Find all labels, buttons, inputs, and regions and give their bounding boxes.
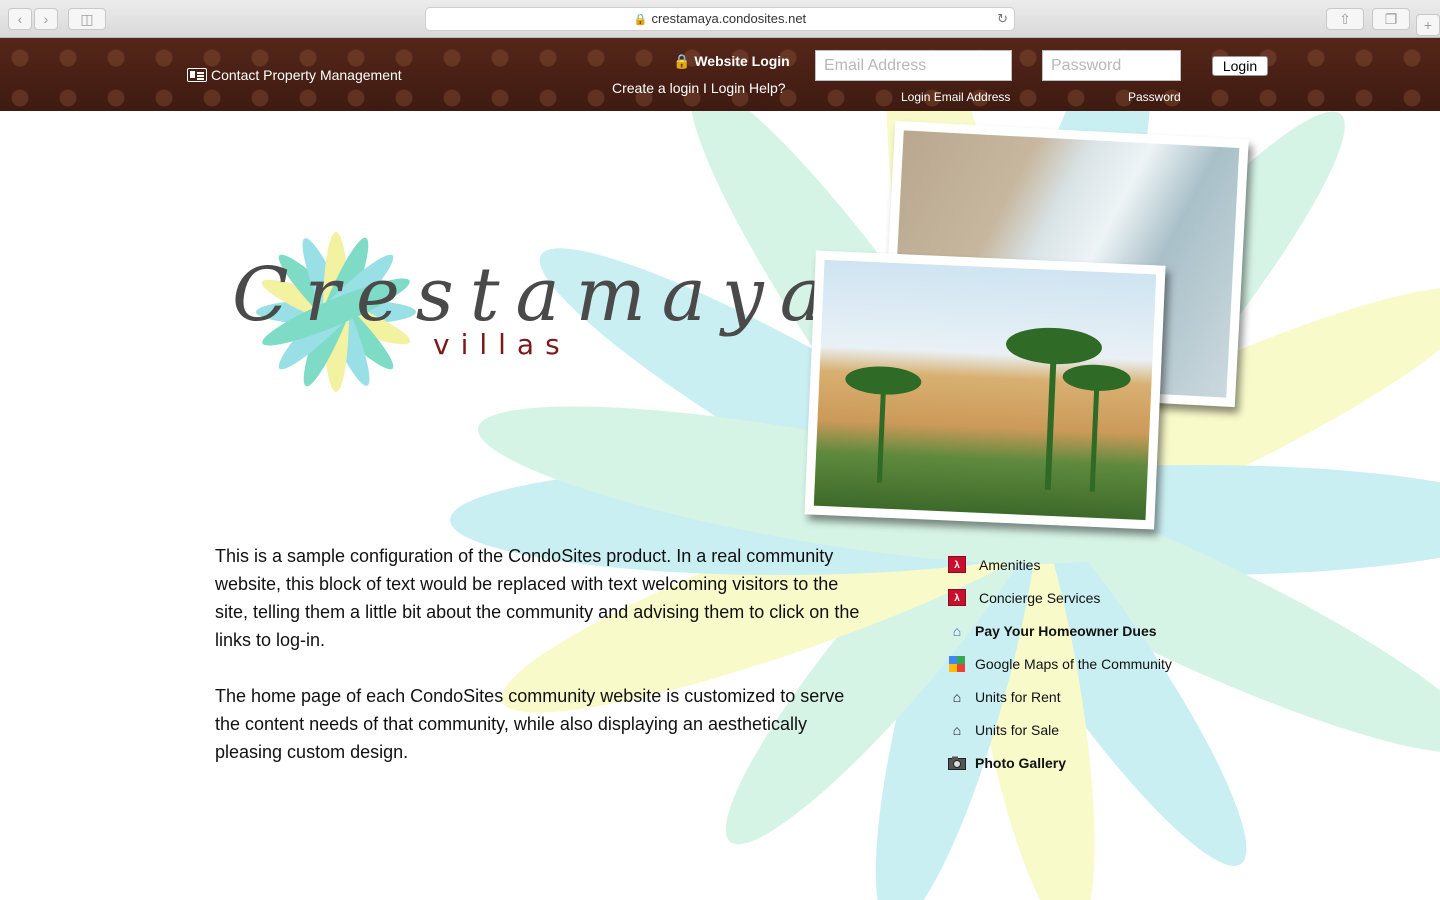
contact-property-management-link[interactable]: Contact Property Management — [187, 67, 402, 83]
link-label: Pay Your Homeowner Dues — [975, 622, 1157, 639]
camera-icon — [947, 754, 967, 772]
forward-button[interactable]: › — [34, 8, 58, 30]
link-google-maps[interactable]: Google Maps of the Community — [947, 647, 1172, 680]
link-concierge-services[interactable]: λ Concierge Services — [947, 581, 1172, 614]
login-button[interactable]: Login — [1212, 56, 1268, 76]
house-icon: ⌂ — [952, 688, 962, 705]
password-field[interactable] — [1042, 50, 1181, 81]
resort-photo — [804, 250, 1166, 530]
link-amenities[interactable]: λ Amenities — [947, 548, 1172, 581]
link-label: Amenities — [979, 556, 1041, 573]
intro-paragraph-1: This is a sample configuration of the Co… — [215, 546, 860, 650]
intro-paragraph-2: The home page of each CondoSites communi… — [215, 686, 845, 762]
website-login-heading: 🔒 Website Login — [673, 53, 790, 70]
back-button[interactable]: ‹ — [8, 8, 32, 30]
lock-icon: 🔒 — [633, 14, 648, 26]
link-units-for-rent[interactable]: ⌂ Units for Rent — [947, 680, 1172, 713]
new-tab-button[interactable]: + — [1416, 14, 1440, 36]
dues-icon: ⌂ — [952, 622, 962, 639]
crestamaya-villas-logo: Crestamaya villas — [228, 226, 824, 401]
link-label: Google Maps of the Community — [975, 655, 1172, 672]
contact-card-icon — [187, 68, 207, 82]
link-pay-homeowner-dues[interactable]: ⌂ Pay Your Homeowner Dues — [947, 614, 1172, 647]
intro-text: This is a sample configuration of the Co… — [215, 542, 865, 794]
link-photo-gallery[interactable]: Photo Gallery — [947, 746, 1172, 779]
house-icon: ⌂ — [952, 721, 962, 738]
share-button[interactable]: ⇧ — [1326, 8, 1364, 30]
website-login-label: Website Login — [694, 53, 790, 69]
browser-toolbar: ‹ › ◫ 🔒 crestamaya.condosites.net ↻ ⇧ ❐ + — [0, 0, 1440, 38]
palm-trees-graphic — [845, 327, 1131, 492]
lock-icon: 🔒 — [673, 53, 691, 69]
pdf-icon: λ — [947, 589, 967, 607]
map-icon — [947, 655, 967, 673]
quick-links: λ Amenities λ Concierge Services ⌂ Pay Y… — [947, 548, 1172, 779]
contact-label: Contact Property Management — [211, 67, 402, 83]
link-label: Photo Gallery — [975, 754, 1067, 771]
email-field[interactable] — [815, 50, 1012, 81]
password-field-label: Password — [1128, 90, 1181, 104]
resort-image — [813, 259, 1157, 521]
login-help-links[interactable]: Create a login I Login Help? — [612, 80, 786, 96]
email-field-label: Login Email Address — [901, 90, 1011, 104]
logo-wordmark: Crestamaya — [232, 252, 840, 338]
logo-subtitle: villas — [433, 328, 571, 361]
link-units-for-sale[interactable]: ⌂ Units for Sale — [947, 713, 1172, 746]
address-bar[interactable]: 🔒 crestamaya.condosites.net ↻ — [425, 7, 1015, 31]
link-label: Concierge Services — [979, 589, 1101, 606]
reload-icon[interactable]: ↻ — [997, 8, 1008, 30]
link-label: Units for Rent — [975, 688, 1061, 705]
site-header: Contact Property Management 🔒 Website Lo… — [0, 38, 1440, 111]
url-text: crestamaya.condosites.net — [651, 11, 807, 26]
sidebar-toggle-button[interactable]: ◫ — [68, 8, 106, 30]
pdf-icon: λ — [947, 556, 967, 574]
link-label: Units for Sale — [975, 721, 1060, 738]
tabs-button[interactable]: ❐ — [1372, 8, 1410, 30]
